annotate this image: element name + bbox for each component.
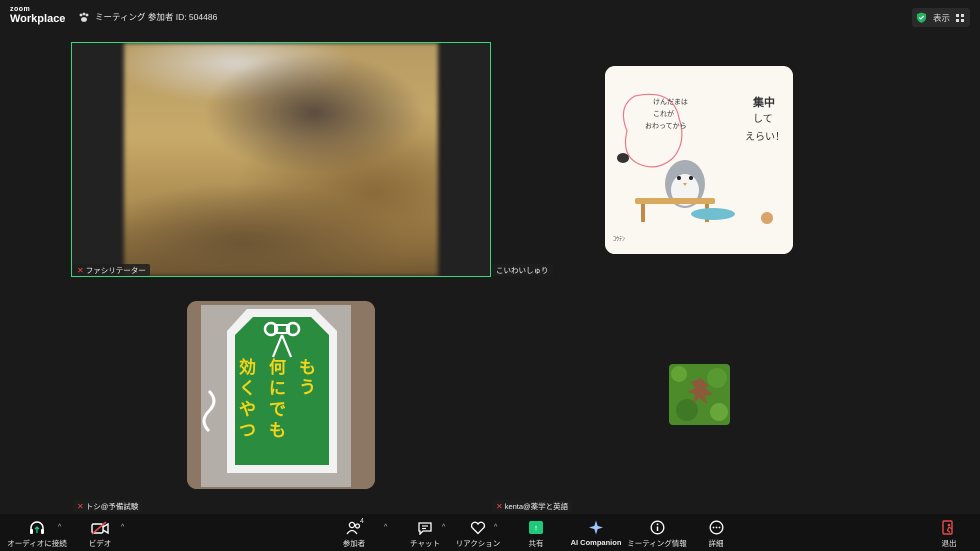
- paw-icon: [79, 12, 89, 22]
- svg-text:で: で: [269, 400, 286, 420]
- avatar-omamori-sticker[interactable]: も う 何 に で も 効 く や つ: [187, 301, 375, 489]
- audio-caret-icon[interactable]: ^: [58, 524, 61, 531]
- view-button[interactable]: 表示: [911, 8, 970, 27]
- grid-icon: [956, 13, 964, 22]
- top-bar: zoom Workplace ミーティング 参加者 ID: 504486 表示: [0, 0, 980, 34]
- audio-label: オーディオに接続: [7, 539, 67, 548]
- svg-text:集中: 集中: [752, 95, 775, 109]
- mic-muted-icon: ✕: [77, 265, 84, 275]
- svg-text:う: う: [299, 378, 316, 398]
- name-label-kenta: ✕ kenta@薬学と英語: [492, 500, 573, 512]
- participant-tile-facilitator[interactable]: [71, 42, 491, 277]
- svg-text:効: 効: [239, 357, 256, 378]
- svg-text:も: も: [269, 421, 286, 441]
- penguin-illustration: けんだまは これが おわってから 集中 して えらい！ ｺｳﾃﾝ: [605, 66, 793, 254]
- svg-text:や: や: [239, 400, 256, 420]
- svg-text:も: も: [299, 358, 316, 378]
- participant-name: トシ@予備試験: [85, 501, 139, 511]
- leave-label: 退出: [941, 539, 957, 548]
- blurred-video-feed: [124, 43, 438, 276]
- leave-icon: [941, 520, 957, 535]
- svg-text:に: に: [269, 379, 286, 399]
- view-label: 表示: [932, 12, 950, 23]
- mic-muted-icon: ✕: [77, 501, 84, 511]
- participant-name: kenta@薬学と英語: [504, 501, 569, 511]
- video-label: ビデオ: [88, 539, 112, 548]
- chat-icon: [417, 520, 433, 535]
- sparkle-icon: [588, 520, 604, 535]
- audio-button[interactable]: オーディオに接続: [7, 514, 67, 551]
- reactions-button[interactable]: リアクション: [456, 514, 500, 551]
- info-icon: [650, 520, 665, 535]
- video-gallery: ✕ ファシリテーター けんだまは これが おわってから 集中 して えらい！ ｺ…: [0, 34, 980, 514]
- shield-icon: [916, 12, 927, 23]
- share-screen-icon: ↑: [529, 520, 543, 535]
- meeting-info[interactable]: ミーティング 参加者 ID: 504486: [78, 11, 217, 23]
- leave-button[interactable]: 退出: [934, 514, 964, 551]
- zoom-logo: zoom Workplace: [10, 6, 65, 25]
- svg-text:つ: つ: [239, 421, 256, 441]
- meeting-info-label: ミーティング情報: [627, 539, 687, 548]
- more-button[interactable]: 詳細: [702, 514, 730, 551]
- svg-text:して: して: [753, 113, 773, 125]
- meeting-info-button[interactable]: ミーティング情報: [627, 514, 687, 551]
- video-caret-icon[interactable]: ^: [121, 524, 124, 531]
- meeting-toolbar: オーディオに接続 ^ ビデオ ^ 4 参加者 ^ チャット ^ リアクション ^…: [0, 514, 980, 551]
- participants-caret-icon[interactable]: ^: [384, 524, 387, 531]
- mic-muted-icon: ✕: [496, 501, 503, 511]
- name-label-koiwai: こいわいしゅり: [492, 264, 553, 276]
- reactions-caret-icon[interactable]: ^: [494, 524, 497, 531]
- more-dots-icon: [709, 520, 724, 535]
- chat-caret-icon[interactable]: ^: [442, 524, 445, 531]
- participants-count: 4: [360, 518, 364, 525]
- svg-text:けんだまは: けんだまは: [653, 98, 688, 106]
- participants-label: 参加者: [342, 539, 366, 548]
- leaf-moss-photo: [669, 364, 730, 425]
- video-button[interactable]: ビデオ: [80, 514, 120, 551]
- chat-button[interactable]: チャット: [408, 514, 442, 551]
- chat-label: チャット: [410, 539, 440, 548]
- headphones-icon: [29, 520, 45, 535]
- participants-icon: 4: [346, 518, 364, 535]
- ai-companion-button[interactable]: AI Companion: [568, 514, 624, 551]
- participants-button[interactable]: 4 参加者: [336, 514, 372, 551]
- video-off-icon: [91, 520, 109, 535]
- svg-text:く: く: [239, 379, 256, 399]
- share-label: 共有: [528, 539, 544, 548]
- more-label: 詳細: [708, 539, 724, 548]
- svg-text:おわってから: おわってから: [645, 122, 687, 130]
- avatar-penguin-illustration[interactable]: けんだまは これが おわってから 集中 して えらい！ ｺｳﾃﾝ: [605, 66, 793, 254]
- svg-text:えらい！: えらい！: [745, 131, 785, 143]
- avatar-leaf-moss[interactable]: [669, 364, 730, 425]
- ai-companion-label: AI Companion: [570, 538, 622, 547]
- logo-small-text: zoom: [10, 6, 31, 13]
- participant-name: こいわいしゅり: [496, 265, 549, 275]
- heart-icon: [470, 520, 486, 535]
- svg-text:ｺｳﾃﾝ: ｺｳﾃﾝ: [613, 236, 625, 243]
- participant-name: ファシリテーター: [85, 265, 146, 275]
- svg-text:何: 何: [269, 357, 286, 378]
- zoom-window: zoom Workplace ミーティング 参加者 ID: 504486 表示: [0, 0, 980, 551]
- reactions-label: リアクション: [455, 539, 501, 548]
- share-button[interactable]: ↑ 共有: [522, 514, 550, 551]
- omamori-illustration: も う 何 に で も 効 く や つ: [187, 301, 375, 489]
- meeting-title: ミーティング 参加者 ID: 504486: [95, 12, 218, 22]
- name-label-toshi: ✕ トシ@予備試験: [73, 500, 143, 512]
- name-label-facilitator: ✕ ファシリテーター: [73, 264, 150, 276]
- logo-big-text: Workplace: [10, 13, 66, 25]
- svg-text:これが: これが: [653, 109, 674, 118]
